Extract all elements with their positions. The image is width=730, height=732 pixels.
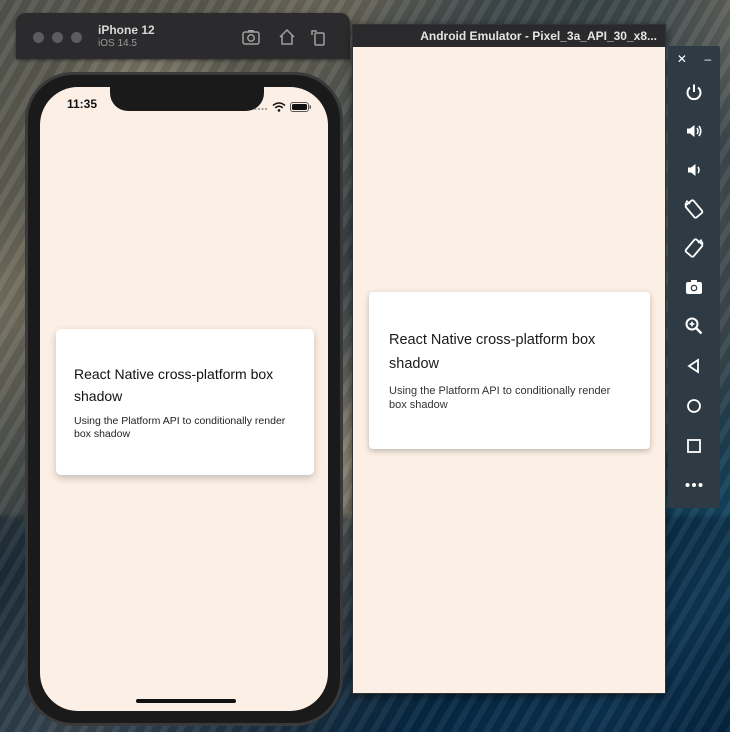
window-close-button[interactable] — [33, 32, 44, 43]
iphone-device-frame: 11:35 React Native cross-platform box sh… — [25, 72, 343, 726]
emulator-window-title: Android Emulator - Pixel_3a_API_30_x8... — [353, 25, 665, 47]
status-bar-icons — [254, 99, 312, 117]
volume-up-icon[interactable] — [682, 119, 706, 143]
home-icon[interactable] — [277, 27, 297, 47]
overview-icon[interactable] — [682, 434, 706, 458]
signal-dots-icon — [254, 99, 268, 117]
android-shadow-card: React Native cross-platform box shadow U… — [369, 292, 650, 449]
card-body: Using the Platform API to conditionally … — [74, 415, 286, 440]
window-minimize-button[interactable] — [52, 32, 63, 43]
close-icon[interactable]: ✕ — [677, 52, 687, 68]
ios-app-screen: 11:35 React Native cross-platform box sh… — [40, 87, 328, 711]
emulator-control-panel: ✕ – — [668, 46, 720, 508]
wifi-icon — [272, 99, 286, 117]
screenshot-icon[interactable] — [241, 27, 261, 47]
home-icon[interactable] — [682, 394, 706, 418]
home-indicator[interactable] — [136, 699, 236, 703]
device-notch — [110, 87, 264, 111]
emulator-window-buttons: ✕ – — [668, 52, 720, 68]
os-version: iOS 14.5 — [98, 38, 137, 49]
ios-shadow-card: React Native cross-platform box shadow U… — [56, 329, 314, 475]
rotate-left-icon[interactable] — [682, 197, 706, 221]
power-icon[interactable] — [682, 80, 706, 104]
minimize-icon[interactable]: – — [705, 52, 712, 68]
card-title: React Native cross-platform box shadow — [74, 366, 274, 404]
rotate-right-icon[interactable] — [682, 236, 706, 260]
android-emulator-window: Android Emulator - Pixel_3a_API_30_x8...… — [352, 24, 666, 694]
card-title: React Native cross-platform box shadow — [389, 332, 596, 372]
device-name: iPhone 12 — [98, 23, 155, 37]
status-bar-time: 11:35 — [67, 97, 98, 111]
zoom-icon[interactable] — [682, 314, 706, 338]
volume-down-icon[interactable] — [682, 158, 706, 182]
card-body: Using the Platform API to conditionally … — [389, 385, 611, 411]
battery-icon — [290, 99, 312, 117]
back-icon[interactable] — [682, 354, 706, 378]
rotate-icon[interactable] — [309, 27, 329, 47]
more-icon[interactable] — [682, 473, 706, 497]
window-zoom-button[interactable] — [71, 32, 82, 43]
ios-simulator-toolbar: iPhone 12 iOS 14.5 — [16, 13, 350, 59]
camera-icon[interactable] — [682, 275, 706, 299]
